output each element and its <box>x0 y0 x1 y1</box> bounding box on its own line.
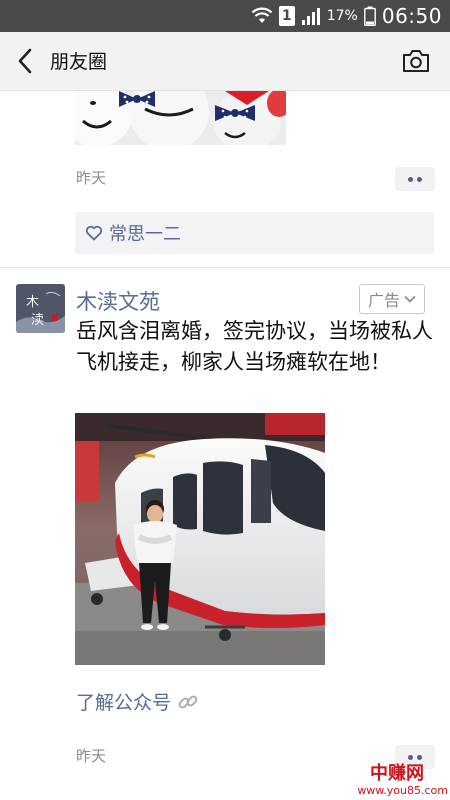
heart-icon <box>85 225 103 241</box>
signal-icon <box>301 8 320 25</box>
link-chain-icon <box>178 695 198 708</box>
ad-label-dropdown[interactable]: 广告 <box>359 284 425 314</box>
battery-percent: 17% <box>326 8 358 24</box>
dot-icon <box>417 176 422 182</box>
dot-icon <box>408 754 413 760</box>
page-title: 朋友圈 <box>50 51 108 73</box>
previous-post-more-button[interactable] <box>395 167 435 191</box>
watermark-title: 中赚网 <box>370 763 424 784</box>
chevron-down-icon <box>404 295 416 303</box>
post-text: 岳风含泪离婚，签完协议，当场被私人飞机接走，柳家人当场瘫软在地！ <box>76 319 433 374</box>
status-bar: 1 17% 06:50 <box>0 0 450 32</box>
sim-slot-badge: 1 <box>278 6 295 26</box>
learn-official-account-link[interactable]: 了解公众号 <box>76 688 199 715</box>
back-arrow-icon[interactable] <box>14 47 40 75</box>
ad-post-time: 昨天 <box>76 747 107 765</box>
dot-icon <box>417 754 422 760</box>
ad-label: 广告 <box>367 291 400 310</box>
dot-icon <box>408 176 413 182</box>
learn-link-text: 了解公众号 <box>76 692 172 714</box>
svg-text:木: 木 <box>26 295 39 310</box>
watermark-url: www.you85.com <box>357 784 448 797</box>
account-name[interactable]: 木渎文苑 <box>76 286 160 316</box>
post-divider <box>0 267 450 268</box>
wifi-icon <box>251 7 273 23</box>
battery-icon <box>363 6 376 26</box>
clock-time: 06:50 <box>381 4 442 28</box>
likes-bar: 常思一二 <box>75 212 434 254</box>
avatar[interactable]: 木 渎 <box>16 284 65 333</box>
post-image-helicopter[interactable] <box>75 413 325 665</box>
svg-text:渎: 渎 <box>31 313 44 328</box>
liked-by-name[interactable]: 常思一二 <box>109 220 181 246</box>
previous-post-image[interactable] <box>75 91 286 145</box>
status-right: 1 17% 06:50 <box>251 0 442 32</box>
nav-bar: 朋友圈 <box>0 32 450 91</box>
previous-post-time: 昨天 <box>76 169 107 187</box>
watermark: 中赚网 www.you85.com <box>335 764 450 800</box>
camera-icon[interactable] <box>402 48 430 74</box>
